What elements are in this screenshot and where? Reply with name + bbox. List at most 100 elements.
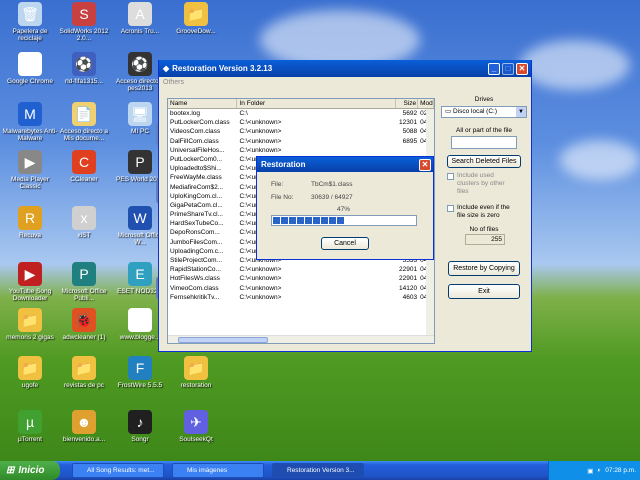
desktop-icon[interactable]: ▶ YouTube Song Downloader xyxy=(2,262,58,302)
folder-icon: 📁 xyxy=(184,356,208,380)
recuva-icon: R xyxy=(18,206,42,230)
desktop-icon[interactable]: 📁 ugofe xyxy=(2,356,58,389)
desktop-icon-label: memoris 2 gigas xyxy=(6,334,54,341)
cell-size: 14120 xyxy=(399,284,418,292)
desktop-icon[interactable]: S SolidWorks 2012 2.0... xyxy=(56,2,112,42)
start-button[interactable]: ⊞ Inicio xyxy=(0,461,60,480)
table-row[interactable]: DalFilICom.classC:\<unknown>689504/0 xyxy=(168,137,434,146)
dialog-titlebar[interactable]: Restoration ✕ xyxy=(257,157,433,172)
system-tray: ▣ ◐ 07:28 p.m. xyxy=(548,461,640,480)
restoration-dialog: Restoration ✕ File: TbCm$1.class File No… xyxy=(256,156,434,260)
restore-by-copying-button[interactable]: Restore by Copying xyxy=(448,261,520,276)
desktop-icon[interactable]: P Microsoft Office Publi... xyxy=(56,262,112,302)
cell-folder: C:\<unknown> xyxy=(239,266,282,274)
chrome-icon: ◉ xyxy=(18,52,42,76)
drive-select[interactable]: ▭ Disco local (C:) ▼ xyxy=(441,106,527,118)
search-deleted-files-button[interactable]: Search Deleted Files xyxy=(447,155,521,168)
desktop-icon[interactable]: ◉ Google Chrome xyxy=(2,52,58,85)
task-restoration[interactable]: Restoration Version 3... xyxy=(272,463,364,478)
column-name[interactable]: Name xyxy=(168,99,238,108)
app-icon: x xyxy=(72,206,96,230)
include-used-option[interactable]: Include used clusters by other files xyxy=(447,172,517,196)
cell-folder: C:\<unknown> xyxy=(239,275,282,283)
file-no-value: 30639 / 64927 xyxy=(311,194,353,201)
desktop-icon[interactable]: ☻ bienvenido.a... xyxy=(56,410,112,443)
cell-folder: C:\<unknown> xyxy=(239,146,282,154)
recycle-bin-icon: 🗑 xyxy=(18,2,42,26)
app-icon: ☻ xyxy=(72,410,96,434)
cancel-button[interactable]: Cancel xyxy=(321,237,369,250)
dialog-close-button[interactable]: ✕ xyxy=(419,158,431,171)
desktop-icon-label: restoration xyxy=(180,382,212,389)
cell-size: 5088 xyxy=(402,128,418,136)
menu-others[interactable]: Others xyxy=(159,77,531,88)
task-all-song-results[interactable]: All Song Results: met... xyxy=(72,463,164,478)
desktop-icon[interactable]: F FrostWire 5.5.5 xyxy=(112,356,168,389)
table-row[interactable]: VideosCom.classC:\<unknown>508804/0 xyxy=(168,127,434,136)
publisher-icon: P xyxy=(72,262,96,286)
desktop-icon[interactable]: 📁 GrooveDow... xyxy=(168,2,224,35)
desktop-icon[interactable]: ♪ Songr xyxy=(112,410,168,443)
table-row[interactable]: bootex.logC:\569202/2 xyxy=(168,109,434,118)
desktop-icon[interactable]: A Acronis Tru... xyxy=(112,2,168,35)
desktop-icon[interactable]: 📁 revistas de pc xyxy=(56,356,112,389)
progress-segment xyxy=(273,217,280,224)
volume-icon[interactable]: ◐ xyxy=(597,467,601,474)
desktop-icon[interactable]: 📁 restoration xyxy=(168,356,224,389)
desktop-icon[interactable]: ⚽ rld-fifa1315... xyxy=(56,52,112,85)
desktop-icon[interactable]: 📁 memoris 2 gigas xyxy=(2,308,58,341)
desktop-icon[interactable]: 📄 Acceso directo a Mis docume... xyxy=(56,102,112,142)
column-folder[interactable]: In Folder xyxy=(237,99,397,108)
task-mis-imagenes[interactable]: Mis imágenes xyxy=(172,463,264,478)
scroll-thumb[interactable] xyxy=(178,337,268,343)
cell-name: VimeoCom.class xyxy=(170,284,219,292)
chevron-down-icon[interactable]: ▼ xyxy=(516,107,526,117)
table-row[interactable]: HotFilesWs.classC:\<unknown>2290104/0 xyxy=(168,274,434,283)
include-zero-option[interactable]: Include even if the file size is zero xyxy=(447,204,517,220)
desktop-icon[interactable]: 🐞 adwcleaner (1) xyxy=(56,308,112,341)
cell-size: 5692 xyxy=(402,110,418,117)
game-icon: ⚽ xyxy=(128,52,152,76)
table-row[interactable]: FernsehkritikTv...C:\<unknown>460304/0 xyxy=(168,293,434,302)
desktop-icon[interactable]: ▶ Media Player Classic xyxy=(2,150,58,190)
column-size[interactable]: Size xyxy=(396,99,419,108)
cell-name: StileProjectCom... xyxy=(170,257,223,264)
cell-size: 22901 xyxy=(399,266,418,274)
desktop-icon[interactable]: 🗑 Papelera de reciclaje xyxy=(2,2,58,42)
cell-name: HardSexTubeCo... xyxy=(170,220,224,228)
cell-folder: C:\<unknown> xyxy=(239,284,282,292)
progress-segment xyxy=(297,217,304,224)
desktop-icon[interactable]: x xiST xyxy=(56,206,112,239)
horizontal-scrollbar[interactable] xyxy=(168,335,434,343)
maximize-button[interactable]: □ xyxy=(502,62,514,75)
word-icon: W xyxy=(128,206,152,230)
table-row[interactable]: PutLockerCom.classC:\<unknown>1230104/0 xyxy=(168,118,434,127)
desktop-icon[interactable]: M Malwarebytes Anti-Malware xyxy=(2,102,58,142)
progress-segment xyxy=(329,217,336,224)
drive-value: Disco local (C:) xyxy=(452,108,498,115)
exit-button[interactable]: Exit xyxy=(448,284,520,299)
table-row[interactable]: RapidStationCo...C:\<unknown>2290104/0 xyxy=(168,265,434,274)
desktop-icon[interactable]: µ µTorrent xyxy=(2,410,58,443)
filename-input[interactable] xyxy=(451,136,517,149)
close-button[interactable]: ✕ xyxy=(516,62,528,75)
minimize-button[interactable]: _ xyxy=(488,62,500,75)
include-zero-checkbox[interactable] xyxy=(447,205,454,212)
desktop-icon[interactable]: C CCleaner xyxy=(56,150,112,183)
clock[interactable]: 07:28 p.m. xyxy=(605,467,636,474)
cell-name: UploadingCom.c... xyxy=(170,247,224,255)
column-modified[interactable]: Mod xyxy=(418,99,434,108)
desktop-icon[interactable]: ✈ SoulseekQt xyxy=(168,410,224,443)
progress-bar xyxy=(271,215,417,226)
table-row[interactable]: UniversalFileHos... C:\<unknown> xyxy=(168,146,434,155)
include-used-checkbox[interactable] xyxy=(447,173,454,180)
window-titlebar[interactable]: ◆ Restoration Version 3.2.13 _ □ ✕ xyxy=(159,60,531,77)
cell-name: JumboFilesCom... xyxy=(170,238,223,246)
cell-name: GigaPetaCom.cl... xyxy=(170,201,223,209)
soulseek-icon: ✈ xyxy=(184,410,208,434)
cell-size: 4603 xyxy=(402,293,418,301)
no-of-files-label: No of files xyxy=(469,226,499,233)
network-icon[interactable]: ▣ xyxy=(587,467,593,475)
table-row[interactable]: VimeoCom.classC:\<unknown>1412004/0 xyxy=(168,284,434,293)
desktop-icon[interactable]: R Recuva xyxy=(2,206,58,239)
